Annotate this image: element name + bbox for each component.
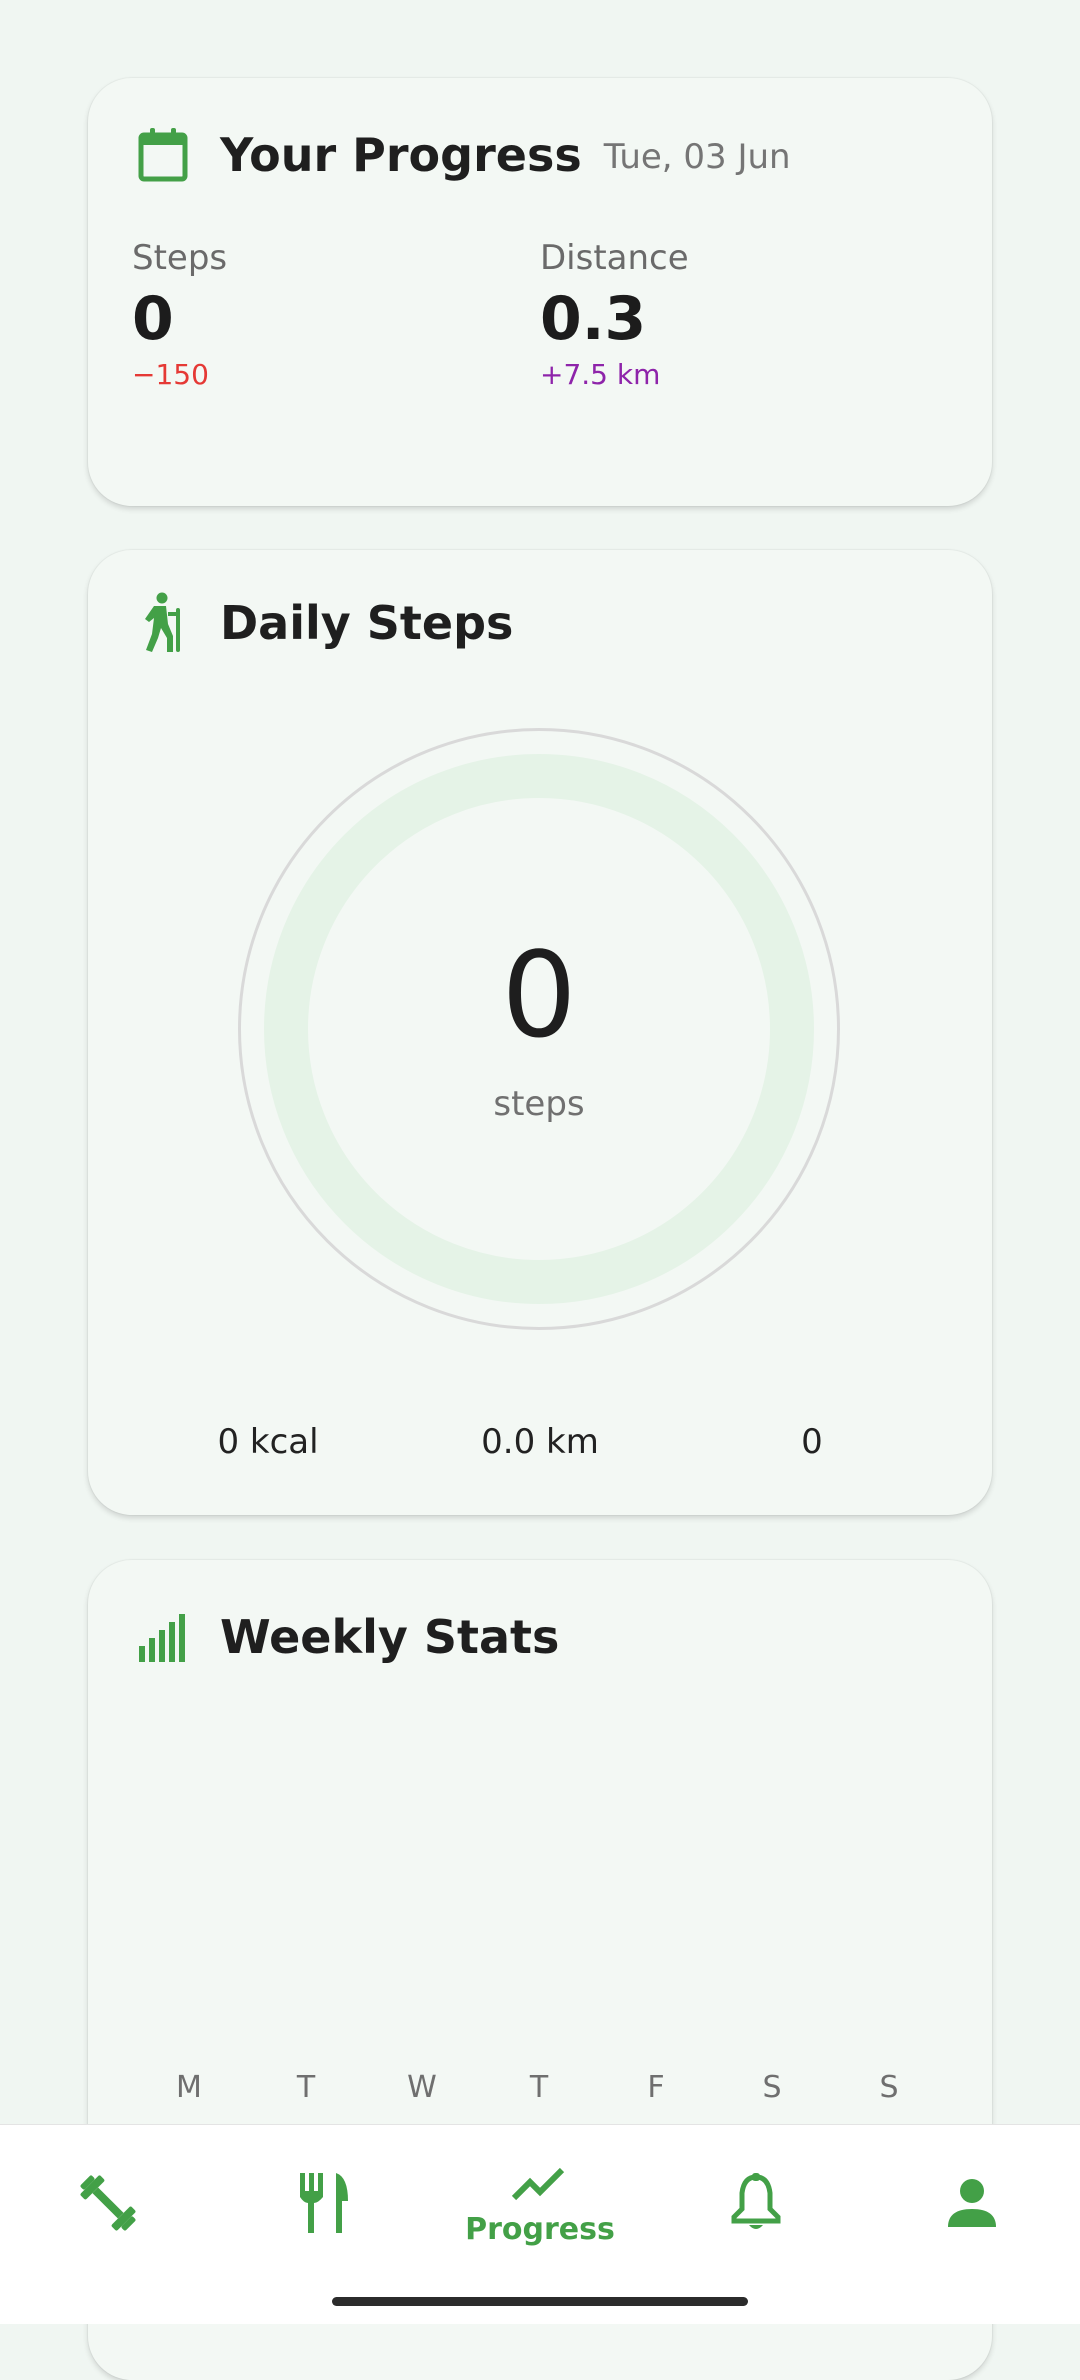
- steps-ring-center: 0 steps: [238, 728, 840, 1330]
- nav-notifications[interactable]: [648, 2125, 864, 2285]
- daily-steps-card: Daily Steps 0 steps 0 kcal 0.0 km 0: [88, 550, 992, 1515]
- distance-label: Distance: [540, 238, 689, 278]
- cutlery-icon: [296, 2171, 352, 2239]
- nav-progress[interactable]: Progress: [432, 2125, 648, 2285]
- progress-card-header: Your Progress Tue, 03 Jun: [136, 126, 791, 184]
- distance-km-value: 0.0 km: [481, 1422, 599, 1462]
- progress-card-title: Your Progress: [220, 128, 582, 182]
- day-label-mon: M: [176, 2070, 202, 2105]
- progress-date: Tue, 03 Jun: [603, 137, 791, 177]
- weekly-stats-header: Weekly Stats: [136, 1608, 559, 1666]
- daily-steps-header: Daily Steps: [136, 592, 514, 652]
- day-label-tue: T: [296, 2070, 316, 2105]
- calories-value: 0 kcal: [217, 1422, 319, 1462]
- trending-up-icon: [510, 2164, 570, 2208]
- distance-delta: +7.5 km: [540, 358, 661, 391]
- steps-ring-value: 0: [501, 926, 577, 1064]
- day-label-sat: S: [762, 2070, 782, 2105]
- weekly-stats-title: Weekly Stats: [220, 1610, 560, 1664]
- daily-steps-title: Daily Steps: [220, 596, 514, 650]
- nav-profile[interactable]: [864, 2125, 1080, 2285]
- steps-stat: Steps 0 −150: [132, 238, 227, 391]
- distance-stat: Distance 0.3 +7.5 km: [540, 238, 689, 391]
- home-indicator[interactable]: [332, 2297, 748, 2306]
- steps-label: Steps: [132, 238, 228, 278]
- person-icon: [946, 2177, 998, 2233]
- day-label-wed: W: [407, 2070, 437, 2105]
- bottom-navigation: Progress: [0, 2124, 1080, 2324]
- calendar-icon: [136, 126, 190, 184]
- distance-value: 0.3: [540, 284, 647, 354]
- bar-chart-icon: [136, 1608, 190, 1666]
- nav-progress-label: Progress: [465, 2211, 615, 2247]
- daily-stats-row: 0 kcal 0.0 km 0: [88, 1422, 992, 1472]
- progress-card: Your Progress Tue, 03 Jun Steps 0 −150 D…: [88, 78, 992, 506]
- extra-stat-value: 0: [801, 1422, 823, 1462]
- hiking-icon: [136, 592, 190, 652]
- steps-delta: −150: [132, 358, 209, 391]
- nav-nutrition[interactable]: [216, 2125, 432, 2285]
- day-label-sun: S: [879, 2070, 899, 2105]
- bell-icon: [730, 2173, 782, 2237]
- nav-workout[interactable]: [0, 2125, 216, 2285]
- day-label-fri: F: [647, 2070, 665, 2105]
- steps-value: 0: [132, 284, 174, 354]
- dumbbell-icon: [76, 2171, 140, 2239]
- steps-ring-unit: steps: [493, 1084, 585, 1124]
- day-label-thu: T: [529, 2070, 549, 2105]
